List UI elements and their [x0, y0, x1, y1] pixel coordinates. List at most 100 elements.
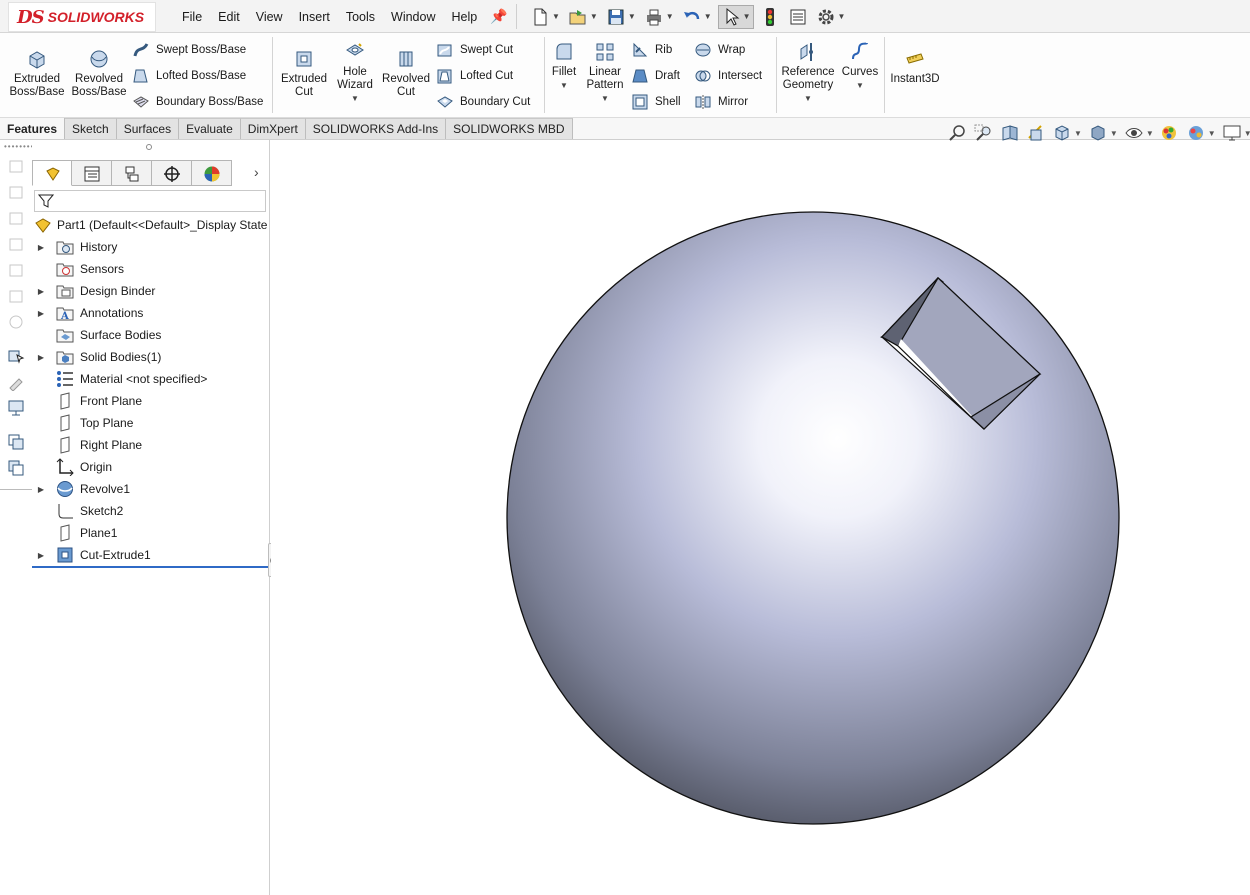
zoom-to-fit-icon[interactable] [948, 124, 968, 142]
revolved-boss-button[interactable]: Revolved Boss/Base [70, 48, 128, 99]
chevron-down-icon[interactable]: ▼ [628, 12, 636, 21]
chevron-right-icon[interactable]: › [254, 164, 259, 180]
menu-help[interactable]: Help [444, 10, 486, 24]
context-icon[interactable] [7, 209, 25, 227]
tree-item-annotations[interactable]: ▶ A Annotations [32, 302, 268, 324]
menu-window[interactable]: Window [383, 10, 443, 24]
intersect-button[interactable]: Intersect [694, 65, 762, 87]
tab-evaluate[interactable]: Evaluate [179, 118, 241, 139]
menu-edit[interactable]: Edit [210, 10, 248, 24]
section-view-icon[interactable] [1026, 124, 1046, 142]
tree-item-design-binder[interactable]: ▶ Design Binder [32, 280, 268, 302]
toolbar-grip[interactable]: •••••••• [4, 142, 34, 151]
reference-geometry-button[interactable]: Reference Geometry ▼ [780, 41, 836, 105]
context-icon[interactable] [7, 261, 25, 279]
shell-button[interactable]: Shell [631, 91, 681, 113]
context-icon[interactable] [7, 235, 25, 253]
view-settings-icon[interactable] [1222, 124, 1242, 142]
display-style-icon[interactable] [1088, 124, 1108, 142]
print-button[interactable]: ▼ [642, 5, 676, 29]
graphics-area[interactable] [271, 141, 1250, 895]
hole-wizard-button[interactable]: Hole Wizard ▼ [332, 41, 378, 105]
tree-item-surface-bodies[interactable]: Surface Bodies [32, 324, 268, 346]
zoom-to-area-icon[interactable] [974, 124, 994, 142]
tree-item-front-plane[interactable]: Front Plane [32, 390, 268, 412]
extruded-boss-button[interactable]: Extruded Boss/Base [8, 48, 66, 99]
swept-cut-button[interactable]: Swept Cut [436, 39, 513, 61]
apply-scene-icon[interactable] [1186, 124, 1206, 142]
view-orientation-icon[interactable] [1052, 124, 1072, 142]
tree-item-sketch2[interactable]: Sketch2 [32, 500, 268, 522]
file-properties-button[interactable] [786, 5, 810, 29]
tree-item-right-plane[interactable]: Right Plane [32, 434, 268, 456]
tree-root-part[interactable]: Part1 (Default<<Default>_Display State [32, 214, 268, 236]
tree-item-solid-bodies[interactable]: ▶ Solid Bodies(1) [32, 346, 268, 368]
edit-tool-icon[interactable] [7, 373, 25, 391]
solidworks-logo[interactable]: DS SOLIDWORKS [8, 2, 156, 32]
expand-arrow-icon[interactable]: ▶ [36, 551, 46, 560]
boundary-cut-button[interactable]: Boundary Cut [436, 91, 530, 113]
menu-insert[interactable]: Insert [291, 10, 338, 24]
rebuild-button[interactable] [758, 5, 782, 29]
chevron-down-icon[interactable]: ▼ [780, 92, 836, 105]
chevron-down-icon[interactable]: ▼ [584, 92, 626, 105]
chevron-down-icon[interactable]: ▼ [704, 12, 712, 21]
tree-item-origin[interactable]: Origin [32, 456, 268, 478]
mirror-button[interactable]: Mirror [694, 91, 748, 113]
tree-item-top-plane[interactable]: Top Plane [32, 412, 268, 434]
expand-arrow-icon[interactable]: ▶ [36, 485, 46, 494]
paste-icon[interactable] [7, 459, 25, 477]
select-filter-icon[interactable] [7, 347, 25, 365]
chevron-down-icon[interactable]: ▼ [548, 79, 580, 92]
instant3d-button[interactable]: Instant3D [888, 48, 942, 86]
pin-menu-icon[interactable]: 📌 [490, 8, 507, 25]
fillet-button[interactable]: Fillet ▼ [548, 41, 580, 92]
curves-button[interactable]: Curves ▼ [840, 41, 880, 92]
panel-grip[interactable] [146, 144, 152, 150]
tab-feature-manager[interactable] [32, 160, 72, 186]
menu-tools[interactable]: Tools [338, 10, 383, 24]
chevron-down-icon[interactable]: ▼ [840, 79, 880, 92]
chevron-down-icon[interactable]: ▼ [838, 12, 846, 21]
tree-item-history[interactable]: ▶ History [32, 236, 268, 258]
menu-file[interactable]: File [174, 10, 210, 24]
lofted-cut-button[interactable]: Lofted Cut [436, 65, 513, 87]
tree-item-plane1[interactable]: Plane1 [32, 522, 268, 544]
chevron-down-icon[interactable]: ▼ [1074, 129, 1082, 138]
tab-property-manager[interactable] [72, 160, 112, 186]
chevron-down-icon[interactable]: ▼ [1110, 129, 1118, 138]
chevron-down-icon[interactable]: ▼ [1208, 129, 1216, 138]
select-button[interactable]: ▼ [717, 4, 754, 29]
extruded-cut-button[interactable]: Extruded Cut [278, 48, 330, 99]
tab-surfaces[interactable]: Surfaces [116, 118, 180, 139]
save-button[interactable]: ▼ [604, 5, 638, 29]
swept-boss-button[interactable]: Swept Boss/Base [132, 39, 246, 61]
tree-item-sensors[interactable]: Sensors [32, 258, 268, 280]
tab-dimxpert[interactable]: DimXpert [240, 118, 306, 139]
previous-view-icon[interactable] [1000, 124, 1020, 142]
wrap-button[interactable]: Wrap [694, 39, 745, 61]
linear-pattern-button[interactable]: Linear Pattern ▼ [584, 41, 626, 105]
context-icon[interactable] [7, 183, 25, 201]
tab-solidworks-mbd[interactable]: SOLIDWORKS MBD [446, 118, 573, 139]
chevron-down-icon[interactable]: ▼ [1244, 129, 1250, 138]
menu-view[interactable]: View [248, 10, 291, 24]
expand-arrow-icon[interactable]: ▶ [36, 243, 46, 252]
tab-configuration-manager[interactable] [112, 160, 152, 186]
context-icon[interactable] [7, 287, 25, 305]
tab-features[interactable]: Features [0, 118, 66, 139]
undo-button[interactable]: ▼ [680, 5, 714, 29]
tree-item-cut-extrude1[interactable]: ▶ Cut-Extrude1 [32, 544, 268, 566]
chevron-down-icon[interactable]: ▼ [1146, 129, 1154, 138]
context-icon[interactable] [7, 157, 25, 175]
tab-dimxpert-manager[interactable] [152, 160, 192, 186]
expand-arrow-icon[interactable]: ▶ [36, 287, 46, 296]
chevron-down-icon[interactable]: ▼ [332, 92, 378, 105]
options-button[interactable]: ▼ [814, 5, 848, 29]
chevron-down-icon[interactable]: ▼ [666, 12, 674, 21]
boundary-boss-button[interactable]: Boundary Boss/Base [132, 91, 263, 113]
rollback-bar[interactable] [32, 566, 268, 568]
expand-arrow-icon[interactable]: ▶ [36, 353, 46, 362]
tab-display-manager[interactable] [192, 160, 232, 186]
hide-show-items-icon[interactable] [1124, 124, 1144, 142]
